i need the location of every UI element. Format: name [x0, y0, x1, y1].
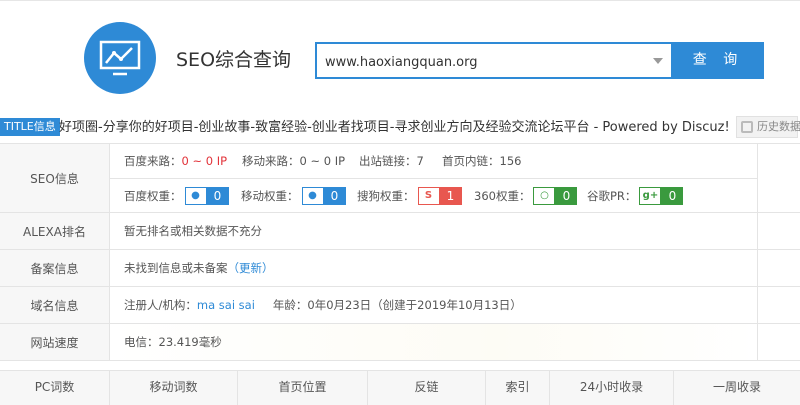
mobile-traffic-label: 移动来路： [242, 154, 300, 168]
tab-mobile-keywords[interactable]: 移动词数 [110, 371, 238, 405]
logo [84, 22, 156, 94]
tab-home-position[interactable]: 首页位置 [238, 371, 368, 405]
speed-label: 网站速度 [0, 324, 110, 360]
beian-close-paren: ） [262, 261, 274, 275]
speed-value: 电信：23.419毫秒 [124, 335, 222, 349]
360-weight[interactable]: 360权重： ○ 0 [474, 186, 587, 205]
outlinks-label: 出站链接： [359, 154, 417, 168]
baidu-weight-chip[interactable]: ● 0 [184, 186, 229, 205]
outlinks: 出站链接： 7 [359, 153, 442, 169]
outlinks-value: 7 [416, 154, 424, 168]
sogou-weight-label: 搜狗权重： [357, 188, 415, 203]
sogou-icon: S [417, 186, 440, 205]
beian-update-link[interactable]: 更新 [239, 260, 262, 276]
tab-pc-keywords[interactable]: PC词数 [0, 371, 110, 405]
mobile-weight[interactable]: 移动权重： ● 0 [241, 186, 357, 205]
inlinks-label: 首页内链： [442, 154, 500, 168]
tab-backlinks[interactable]: 反链 [368, 371, 486, 405]
seo-row: SEO信息 百度来路： 0 ~ 0 IP 移动来路： 0 ~ 0 IP 出站链接… [0, 144, 800, 213]
history-icon [741, 121, 753, 133]
domain-label: 域名信息 [0, 287, 110, 323]
alexa-label: ALEXA排名 [0, 213, 110, 249]
beian-value: 未找到信息或未备案 [124, 261, 228, 275]
inlinks-value: 156 [499, 154, 522, 168]
tab-index[interactable]: 索引 [486, 371, 550, 405]
search-input[interactable] [325, 52, 645, 72]
baidu-paw-icon: ● [301, 186, 324, 205]
mobile-weight-value: 0 [323, 186, 346, 205]
bottom-tabs: PC词数 移动词数 首页位置 反链 索引 24小时收录 一周收录 [0, 370, 800, 405]
registrant-label: 注册人/机构： [124, 298, 197, 312]
created-date: （创建于2019年10月13日） [371, 298, 522, 312]
baidu-traffic-label: 百度来路： [124, 154, 182, 168]
seo-label: SEO信息 [0, 144, 110, 212]
domain-row: 域名信息 注册人/机构： ma sai sai 年龄： 0年0月23日 （创建于… [0, 287, 800, 324]
alexa-value: 暂无排名或相关数据不充分 [124, 224, 262, 238]
info-table: SEO信息 百度来路： 0 ~ 0 IP 移动来路： 0 ~ 0 IP 出站链接… [0, 143, 800, 361]
page-title: SEO综合查询 [176, 49, 292, 71]
baidu-traffic-value: 0 ~ 0 IP [181, 154, 228, 168]
beian-row: 备案信息 未找到信息或未备案 （ 更新 ） [0, 250, 800, 287]
baidu-weight-label: 百度权重： [124, 188, 182, 203]
google-pr-label: 谷歌PR： [587, 188, 637, 203]
360-icon: ○ [533, 186, 556, 205]
title-badge: TITLE信息 [0, 118, 60, 136]
sogou-weight-value: 1 [439, 186, 462, 205]
beian-content: 未找到信息或未备案 （ 更新 ） [110, 250, 758, 286]
registrant-link[interactable]: ma sai sai [197, 298, 255, 312]
speed-row: 网站速度 电信：23.419毫秒 [0, 324, 800, 361]
sogou-weight[interactable]: 搜狗权重： S 1 [357, 186, 474, 205]
360-weight-label: 360权重： [474, 188, 531, 203]
mobile-weight-chip[interactable]: ● 0 [301, 186, 346, 205]
age-label: 年龄： [272, 298, 308, 312]
age-value: 0年0月23日 [307, 298, 372, 312]
baidu-weight-value: 0 [206, 186, 229, 205]
inlinks: 首页内链： 156 [442, 153, 521, 169]
alexa-row: ALEXA排名 暂无排名或相关数据不充分 [0, 213, 800, 250]
tab-week-indexed[interactable]: 一周收录 [674, 371, 800, 405]
alexa-content: 暂无排名或相关数据不充分 [110, 213, 758, 249]
baidu-traffic: 百度来路： 0 ~ 0 IP [124, 153, 242, 169]
seo-weights-row: 百度权重： ● 0 移动权重： ● 0 搜狗权重： S 1 360权重： ○ 0… [110, 178, 757, 212]
tab-24h-indexed[interactable]: 24小时收录 [550, 371, 674, 405]
baidu-weight[interactable]: 百度权重： ● 0 [124, 186, 241, 205]
beian-open-paren: （ [227, 261, 240, 275]
sogou-weight-chip[interactable]: S 1 [417, 186, 462, 205]
seo-content: 百度来路： 0 ~ 0 IP 移动来路： 0 ~ 0 IP 出站链接： 7 首页… [110, 144, 758, 212]
speed-content: 电信：23.419毫秒 [110, 324, 758, 360]
top-divider [0, 0, 800, 4]
chart-monitor-icon [99, 40, 141, 76]
site-title-text: 好项圈-分享你的好项目-创业故事-致富经验-创业者找项目-寻求创业方向及经验交流… [59, 120, 730, 135]
mobile-traffic: 移动来路： 0 ~ 0 IP [242, 153, 359, 169]
history-button-label: 历史数据 [757, 120, 800, 133]
360-weight-chip[interactable]: ○ 0 [533, 186, 578, 205]
google-pr-value: 0 [661, 186, 684, 205]
360-weight-value: 0 [555, 186, 578, 205]
search-box [315, 42, 673, 79]
google-pr[interactable]: 谷歌PR： g+ 0 [587, 186, 684, 205]
mobile-weight-label: 移动权重： [241, 188, 299, 203]
beian-label: 备案信息 [0, 250, 110, 286]
history-data-button[interactable]: 历史数据 [736, 116, 800, 138]
seo-traffic-row: 百度来路： 0 ~ 0 IP 移动来路： 0 ~ 0 IP 出站链接： 7 首页… [110, 144, 757, 178]
mobile-traffic-value: 0 ~ 0 IP [299, 154, 346, 168]
dropdown-caret-icon[interactable] [653, 58, 663, 64]
search-button[interactable]: 查 询 [672, 42, 764, 79]
domain-content: 注册人/机构： ma sai sai 年龄： 0年0月23日 （创建于2019年… [110, 287, 758, 323]
google-plus-icon: g+ [639, 186, 662, 205]
google-pr-chip[interactable]: g+ 0 [639, 186, 684, 205]
baidu-paw-icon: ● [184, 186, 207, 205]
